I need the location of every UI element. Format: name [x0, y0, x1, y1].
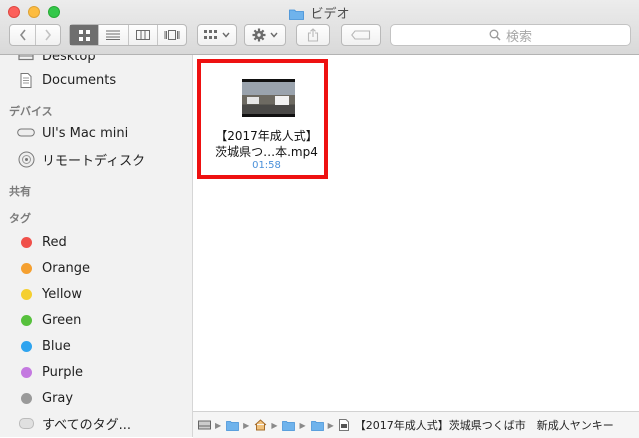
purple-tag-dot-icon	[20, 366, 32, 378]
sidebar-item-label: Desktop	[42, 55, 96, 64]
sidebar-item-remote-disc[interactable]: リモートディスク	[17, 148, 145, 170]
sidebar-tag-purple[interactable]: Purple	[17, 361, 83, 383]
sidebar-item-label: Orange	[42, 260, 91, 276]
grid-icon	[78, 29, 90, 41]
sidebar-tag-blue[interactable]: Blue	[17, 335, 71, 357]
search-icon	[489, 29, 501, 41]
file-name-line2: 茨城県つ…本.mp4	[215, 145, 318, 159]
file-browser-content: 【2017年成人式】 茨城県つ…本.mp4 01:58	[193, 55, 639, 411]
window-title-text: ビデオ	[310, 7, 350, 22]
sidebar-item-label: Yellow	[42, 286, 83, 302]
sidebar-item-mac-mini[interactable]: Ul's Mac mini	[17, 122, 128, 144]
path-disk-icon[interactable]	[198, 419, 211, 431]
sidebar-tag-yellow[interactable]: Yellow	[17, 283, 82, 305]
tags-header: タグ	[9, 212, 31, 225]
sidebar-tag-orange[interactable]: Orange	[17, 257, 90, 279]
shared-header: 共有	[9, 185, 31, 198]
path-movies-folder-icon[interactable]	[282, 420, 296, 431]
sidebar-tag-red[interactable]: Red	[17, 231, 67, 253]
sidebar-all-tags[interactable]: すべてのタグ...	[17, 412, 131, 434]
share-icon	[307, 28, 319, 42]
view-mode-control	[69, 24, 187, 46]
sidebar-item-label: Red	[42, 234, 67, 250]
toolbar: ビデオ 検索	[0, 0, 639, 55]
sidebar-tag-green[interactable]: Green	[17, 309, 81, 331]
devices-header: デバイス	[9, 105, 53, 118]
chevron-down-icon	[270, 32, 278, 38]
list-icon	[106, 30, 121, 40]
tag-button[interactable]	[341, 24, 381, 46]
red-tag-dot-icon	[20, 236, 32, 248]
path-home-icon[interactable]	[254, 419, 267, 431]
sidebar-tag-gray[interactable]: Gray	[17, 387, 73, 409]
list-view-button[interactable]	[99, 25, 129, 45]
gear-icon	[252, 28, 266, 42]
window-title: ビデオ	[0, 3, 639, 24]
finder-window: ビデオ 検索 Desktop Documents デバイス Ul's Mac m…	[0, 0, 639, 438]
disc-icon	[17, 151, 35, 168]
path-file-name[interactable]: 【2017年成人式】茨城県つくば市 新成人ヤンキー	[355, 417, 614, 433]
sidebar-item-label: Gray	[42, 390, 74, 406]
path-user-folder-icon[interactable]	[226, 420, 240, 431]
search-placeholder: 検索	[505, 29, 532, 45]
sidebar-item-label: Documents	[42, 72, 117, 88]
arrange-button[interactable]	[197, 24, 237, 46]
forward-button[interactable]	[36, 25, 60, 45]
path-bar: ▶ ▶ ▶ ▶ ▶ 【2017年成人式】茨城県つくば市 新成人ヤンキー	[193, 411, 639, 438]
sidebar-item-label: Green	[42, 312, 82, 328]
mac-mini-icon	[17, 128, 35, 138]
tag-icon	[351, 30, 371, 40]
sidebar-item-label: リモートディスク	[42, 153, 146, 169]
sidebar-item-documents[interactable]: Documents	[17, 69, 116, 91]
file-item-video[interactable]: 【2017年成人式】 茨城県つ…本.mp4 01:58	[197, 59, 328, 179]
all-tags-icon	[18, 417, 34, 429]
arrange-grid-icon	[204, 30, 217, 39]
sidebar-item-label: Blue	[42, 338, 71, 354]
icon-view-button[interactable]	[70, 25, 100, 45]
blue-tag-dot-icon	[20, 340, 32, 352]
chevron-down-icon	[222, 32, 230, 38]
sidebar-item-label: すべてのタグ...	[42, 417, 131, 433]
path-file-icon[interactable]	[338, 419, 349, 431]
cover-flow-icon	[164, 30, 180, 40]
chevron-right-icon	[45, 29, 52, 41]
cover-flow-view-button[interactable]	[158, 25, 186, 45]
back-forward-control	[9, 24, 61, 46]
file-duration: 01:58	[252, 160, 281, 171]
sidebar: Desktop Documents デバイス Ul's Mac mini リモー…	[0, 55, 193, 437]
sidebar-item-desktop[interactable]: Desktop	[17, 55, 96, 67]
video-thumbnail	[242, 79, 295, 117]
action-button[interactable]	[244, 24, 286, 46]
column-view-button[interactable]	[129, 25, 158, 45]
path-video-folder-icon[interactable]	[310, 420, 324, 431]
document-icon	[17, 72, 35, 88]
yellow-tag-dot-icon	[20, 288, 32, 300]
green-tag-dot-icon	[20, 314, 32, 326]
desktop-icon	[17, 55, 35, 62]
search-field[interactable]: 検索	[390, 24, 631, 46]
folder-icon	[289, 8, 305, 24]
share-button[interactable]	[296, 24, 330, 46]
gray-tag-dot-icon	[20, 392, 32, 404]
sidebar-item-label: Purple	[42, 364, 84, 380]
file-name-line1: 【2017年成人式】	[215, 129, 318, 143]
back-button[interactable]	[10, 25, 37, 45]
sidebar-item-label: Ul's Mac mini	[42, 125, 129, 141]
columns-icon	[135, 30, 150, 40]
chevron-left-icon	[19, 29, 26, 41]
orange-tag-dot-icon	[20, 262, 32, 274]
